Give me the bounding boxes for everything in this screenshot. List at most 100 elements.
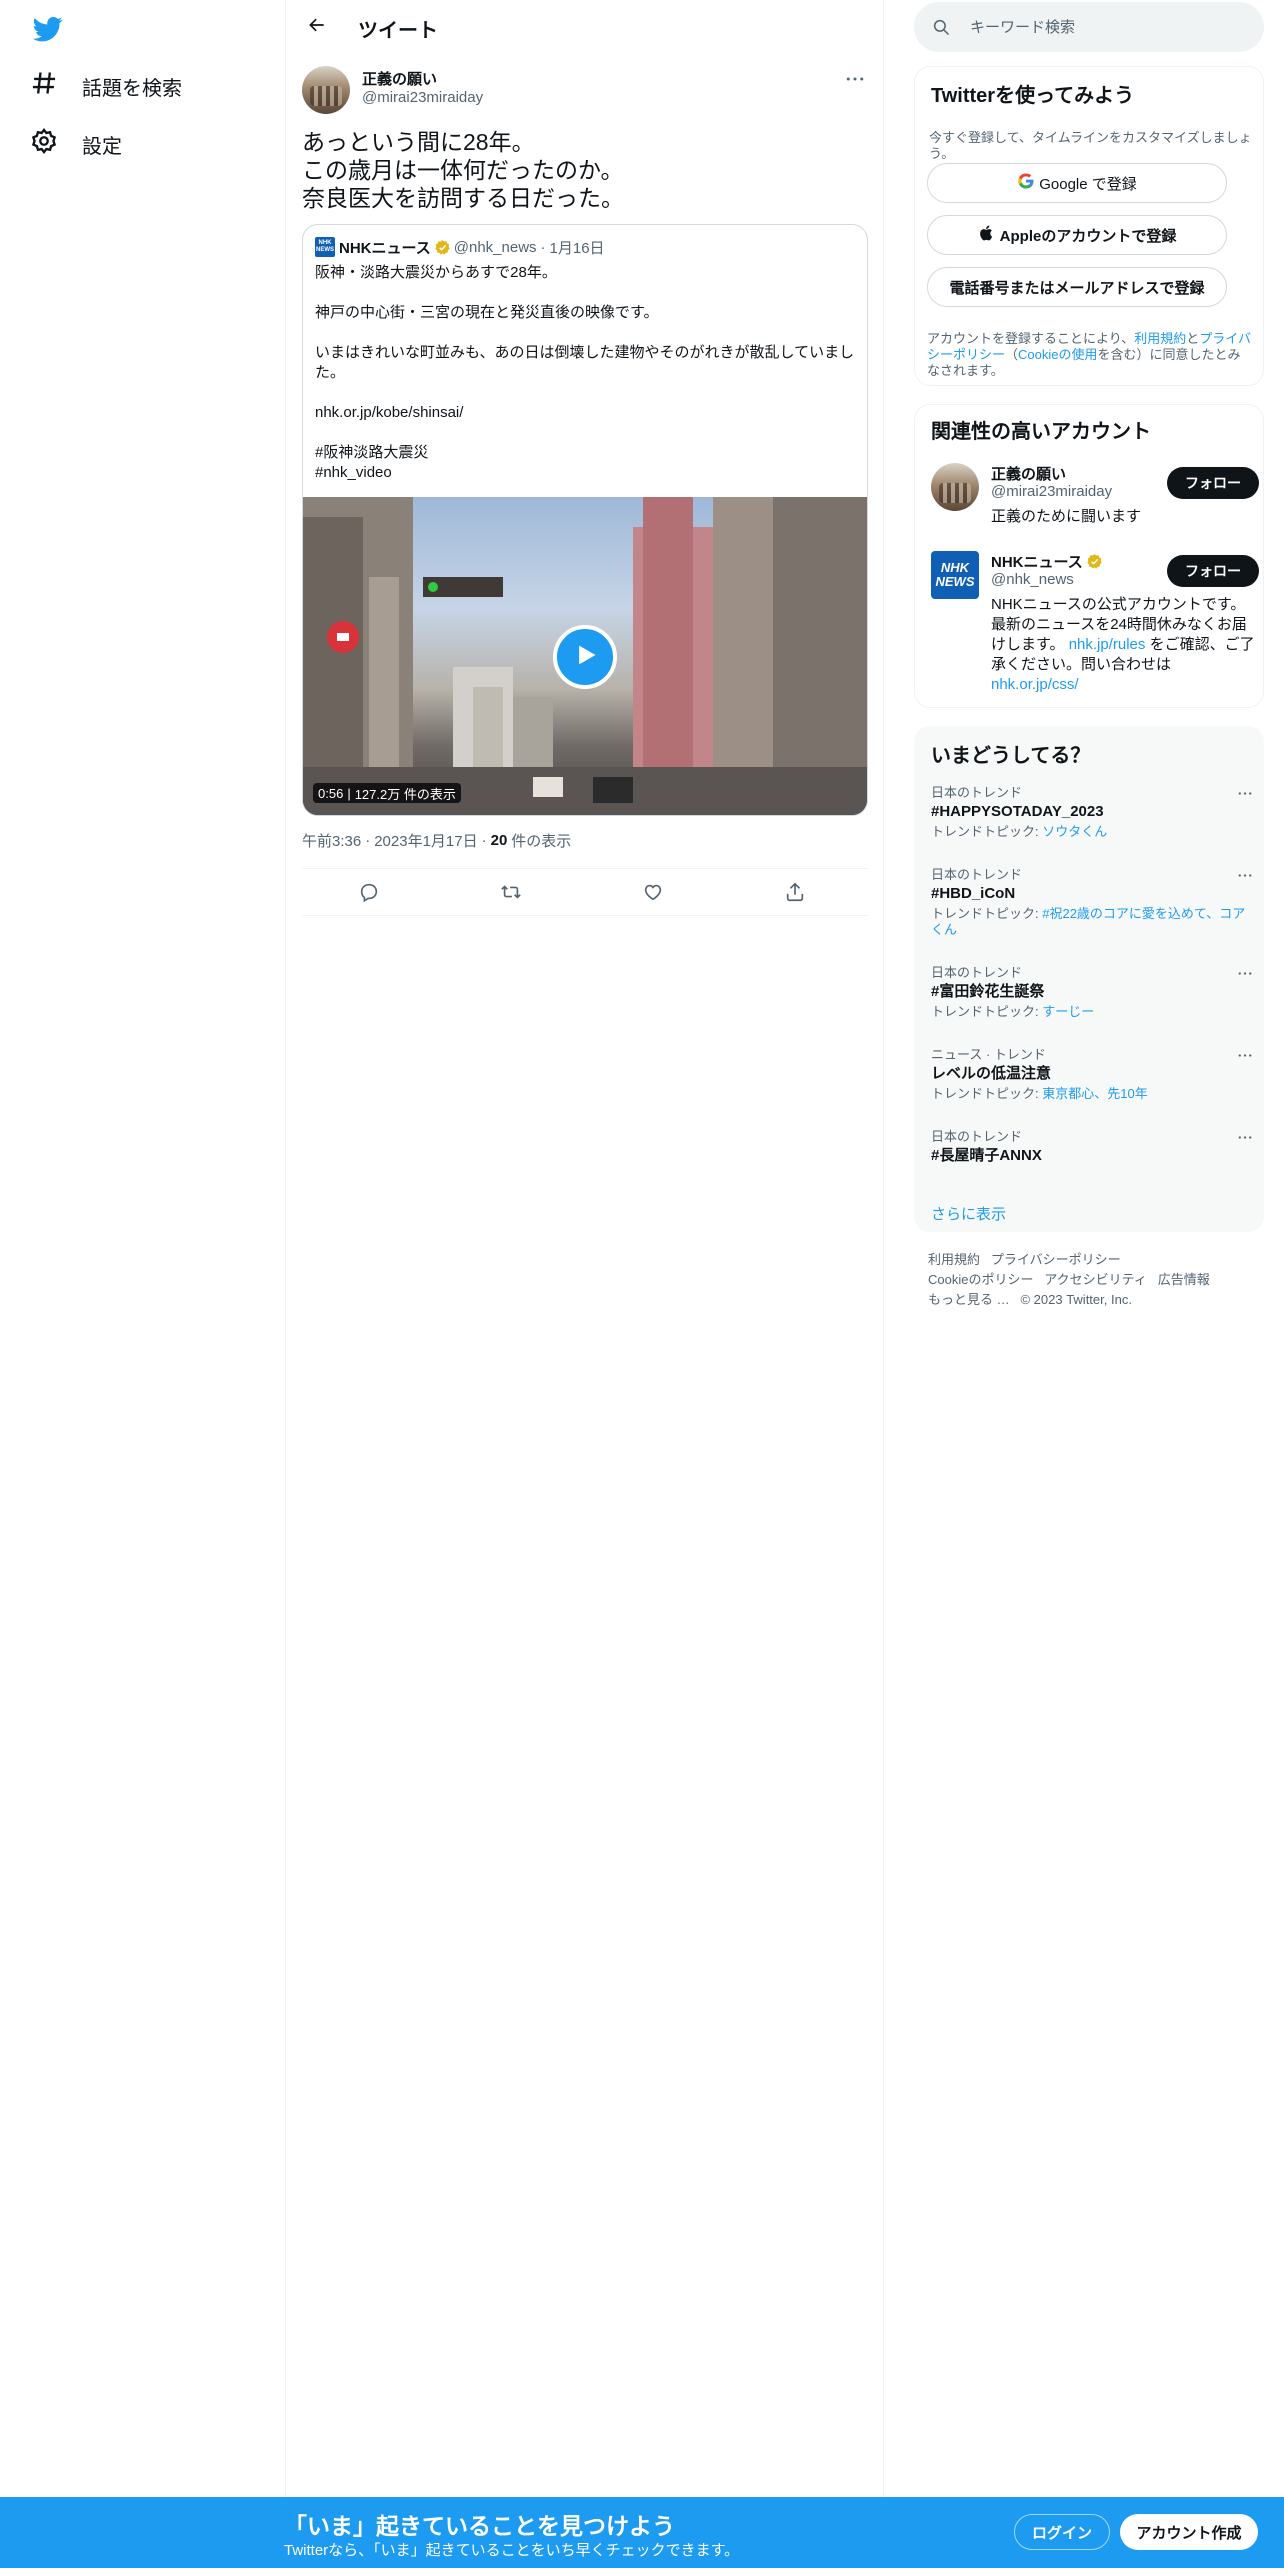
more-options-button[interactable] (842, 68, 868, 88)
reply-icon[interactable] (358, 881, 382, 905)
nav-explore-label: 話題を検索 (82, 77, 182, 100)
relevant-accounts-title: 関連性の高いアカウント (931, 421, 1151, 443)
more-dots-icon[interactable] (1235, 783, 1255, 803)
separator-dot: | (347, 785, 351, 801)
apple-signup-button[interactable]: Appleのアカウントで登録 (927, 215, 1227, 255)
search-box[interactable] (914, 2, 1264, 52)
footer-cookie-link[interactable]: Cookieのポリシー (928, 1272, 1033, 1287)
phone-email-signup-button[interactable]: 電話番号またはメールアドレスで登録 (927, 267, 1227, 307)
trend-item[interactable]: 日本のトレンド #HAPPYSOTADAY_2023 トレンドトピック: ソウタ… (931, 785, 1252, 840)
account-name[interactable]: 正義の願い (991, 463, 1066, 484)
follow-button[interactable]: フォロー (1167, 555, 1259, 587)
trend-topic-value[interactable]: すーじー (1042, 1004, 1094, 1019)
author-name[interactable]: 正義の願い (362, 68, 437, 89)
view-count-label: 件の表示 (511, 833, 572, 850)
left-navigation: 話題を検索 設定 (0, 0, 286, 2498)
bio-link-css[interactable]: nhk.or.jp/css/ (991, 676, 1079, 693)
google-logo-icon (1017, 172, 1039, 194)
account-bio: 正義のために闘います (991, 508, 1142, 525)
quoted-tweet-header: NHK NEWS NHKニュース @nhk_news · 1月16日 (315, 237, 605, 257)
trend-item[interactable]: 日本のトレンド #長屋晴子ANNX (931, 1129, 1252, 1166)
account-handle: @nhk_news (991, 571, 1074, 588)
more-dots-icon (846, 69, 864, 87)
quoted-hashtags[interactable]: #阪神淡路大震災 #nhk_video (315, 443, 855, 483)
arrow-left-icon (307, 15, 327, 40)
trends-title: いまどうしてる？ (931, 745, 1091, 767)
legal-prefix: アカウントを登録することにより、 (927, 331, 1135, 346)
terms-link[interactable]: 利用規約 (1134, 331, 1186, 346)
twitter-bird-icon[interactable] (30, 14, 66, 44)
footer-terms-link[interactable]: 利用規約 (928, 1252, 980, 1267)
nav-explore[interactable]: 話題を検索 (30, 62, 182, 110)
more-dots-icon[interactable] (1235, 1127, 1255, 1147)
account-name-row[interactable]: NHKニュース (991, 551, 1106, 572)
account-item[interactable]: NHK NEWS NHKニュース @nhk_news NHKニュースの公式アカウ… (931, 551, 1259, 693)
gear-icon (30, 127, 82, 161)
footer-accessibility-link[interactable]: アクセシビリティ (1044, 1272, 1147, 1287)
play-button[interactable] (553, 625, 617, 689)
tweet-time[interactable]: 午前3:36 (302, 830, 361, 851)
share-icon[interactable] (784, 881, 808, 905)
like-icon[interactable] (642, 881, 666, 905)
page-header: ツイート (286, 0, 883, 54)
legal-open: （ (1005, 347, 1019, 362)
google-signup-label: Google で登録 (1039, 175, 1137, 193)
trend-item[interactable]: 日本のトレンド #HBD_iCoN トレンドトピック: #祝22歳のコアに愛を込… (931, 867, 1252, 938)
login-button[interactable]: ログイン (1014, 2514, 1110, 2550)
quoted-tweet[interactable]: NHK NEWS NHKニュース @nhk_news · 1月16日 阪神・淡路大… (302, 224, 868, 816)
separator-dot: · (540, 238, 546, 256)
trend-context: 日本のトレンド (931, 1129, 1023, 1144)
google-signup-button[interactable]: Google で登録 (927, 163, 1227, 203)
signup-subtitle: 今すぐ登録して、タイムラインをカスタマイズしましょう。 (929, 130, 1252, 161)
trend-topic: トレンドトピック: ソウタくん (931, 824, 1251, 840)
trend-topic: トレンドトピック: 東京都心、先10年 (931, 1086, 1251, 1102)
avatar[interactable] (931, 463, 979, 511)
quoted-paragraph: 阪神・淡路大震災からあすで28年。 (315, 264, 557, 281)
signup-button[interactable]: アカウント作成 (1120, 2514, 1258, 2550)
more-dots-icon[interactable] (1235, 963, 1255, 983)
tweet-date[interactable]: 2023年1月17日 (374, 830, 477, 851)
apple-logo-icon (978, 224, 1000, 246)
bottom-bar-subtitle: Twitterなら、「いま」起きていることをいち早くチェックできます。 (284, 2542, 740, 2559)
video-views: 127.2万 件の表示 (354, 786, 456, 802)
quoted-link[interactable]: nhk.or.jp/kobe/shinsai/ (315, 403, 855, 423)
footer-links: 利用規約 プライバシーポリシー Cookieのポリシー アクセシビリティ 広告情… (928, 1250, 1258, 1310)
trend-context: ニュース · トレンド (931, 1047, 1046, 1062)
more-dots-icon[interactable] (1235, 1045, 1255, 1065)
trend-topic-value[interactable]: 東京都心、先10年 (1042, 1086, 1147, 1101)
trend-name: #長屋晴子ANNX (931, 1147, 1042, 1164)
signup-title: Twitterを使ってみよう (931, 85, 1135, 107)
back-button[interactable] (300, 10, 334, 44)
trend-name: レベルの低温注意 (931, 1065, 1052, 1082)
search-input[interactable] (970, 15, 1240, 39)
footer-more-link[interactable]: もっと見る … (928, 1292, 1010, 1307)
follow-button[interactable]: フォロー (1167, 467, 1259, 499)
bio-link-rules[interactable]: nhk.jp/rules (1069, 636, 1146, 653)
account-name: NHKニュース (991, 554, 1083, 571)
trend-item[interactable]: ニュース · トレンド レベルの低温注意 トレンドトピック: 東京都心、先10年 (931, 1047, 1252, 1102)
account-item[interactable]: 正義の願い @mirai23miraiday 正義のために闘います フォロー (931, 463, 1259, 533)
trend-item[interactable]: 日本のトレンド #富田鈴花生誕祭 トレンドトピック: すーじー (931, 965, 1252, 1020)
trend-topic: トレンドトピック: #祝22歳のコアに愛を込めて、コアくん (931, 906, 1251, 938)
more-dots-icon[interactable] (1235, 865, 1255, 885)
quoted-date: 1月16日 (549, 239, 605, 257)
signup-legal-text: アカウントを登録することにより、利用規約とプライバシーポリシー（Cookieの使… (927, 331, 1253, 379)
nhk-avatar[interactable]: NHK NEWS (931, 551, 979, 599)
bottom-bar-title: 「いま」起きていることを見つけよう (284, 2513, 675, 2539)
avatar[interactable] (302, 66, 350, 114)
nav-settings[interactable]: 設定 (30, 120, 122, 168)
apple-signup-label: Appleのアカウントで登録 (999, 227, 1177, 245)
trend-topic-label: トレンドトピック: (931, 1004, 1043, 1019)
retweet-icon[interactable] (500, 881, 524, 905)
author-handle[interactable]: @mirai23miraiday (362, 89, 483, 106)
footer-privacy-link[interactable]: プライバシーポリシー (991, 1252, 1121, 1267)
trend-topic-value[interactable]: ソウタくん (1042, 824, 1107, 839)
show-more-link[interactable]: さらに表示 (931, 1203, 1006, 1224)
account-handle: @mirai23miraiday (991, 483, 1113, 500)
nav-settings-label: 設定 (82, 135, 122, 158)
footer-ads-link[interactable]: 広告情報 (1158, 1272, 1210, 1287)
cookie-link[interactable]: Cookieの使用 (1018, 347, 1097, 362)
signup-card: Twitterを使ってみよう 今すぐ登録して、タイムラインをカスタマイズしましょ… (914, 66, 1264, 386)
play-icon (571, 641, 599, 674)
video-player[interactable]: 0:56 | 127.2万 件の表示 (303, 497, 867, 815)
